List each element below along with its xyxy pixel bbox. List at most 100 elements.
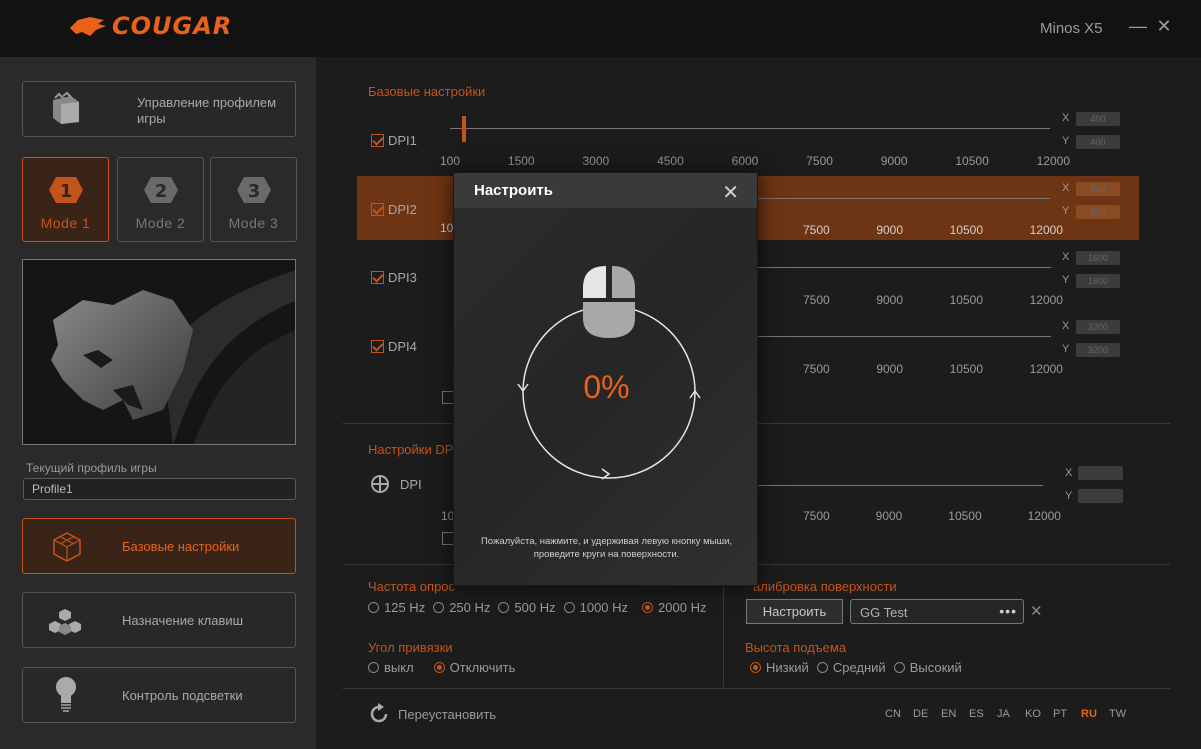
dpi1-slider-track[interactable]	[450, 128, 1050, 129]
dialog-close-button[interactable]: ✕	[722, 180, 739, 205]
calibration-progress: 0%	[583, 369, 630, 405]
dpi-ticks: 7500 9000 10500 12000	[803, 509, 1061, 523]
hexagon-cluster-icon	[49, 609, 81, 635]
lift-high-radio[interactable]: Высокий	[893, 660, 962, 675]
dpi-slider-track[interactable]	[758, 485, 1043, 486]
reset-button[interactable]: Переустановить	[368, 703, 496, 725]
dpi4-y-value[interactable]: 3200	[1076, 343, 1120, 357]
dpi1-slider-handle[interactable]	[462, 116, 466, 142]
lang-de[interactable]: DE	[913, 708, 928, 720]
mode-2-button[interactable]: 2 Mode 2	[117, 157, 204, 242]
snap-off-radio[interactable]: выкл	[368, 660, 414, 675]
mode-2-label: Mode 2	[135, 215, 186, 231]
dpi1-checkbox[interactable]	[371, 134, 384, 147]
polling-125-radio[interactable]: 125 Hz	[368, 600, 425, 615]
radio-label: Средний	[832, 660, 886, 675]
tick: 10500	[949, 362, 983, 376]
nav-key-assignment[interactable]: Назначение клавиш	[22, 592, 296, 648]
dpi3-y-value[interactable]: 1600	[1076, 274, 1120, 288]
clear-surface-button[interactable]: ✕	[1030, 602, 1043, 620]
dpi3-slider-track[interactable]	[758, 267, 1051, 268]
current-profile-caption: Текущий профиль игры	[26, 461, 157, 475]
calibrate-button[interactable]: Настроить	[746, 599, 843, 624]
reset-label: Переустановить	[398, 706, 497, 722]
dpi1-y-value[interactable]: 400	[1076, 135, 1120, 149]
dpi2-ticks: 7500 9000 10500 12000	[803, 223, 1063, 237]
radio-label: 250 Hz	[449, 600, 491, 615]
profile-stack-icon	[53, 92, 79, 124]
profile-manager-label: Управление профилем игры	[137, 95, 277, 126]
dpi1-ticks: 100 1500 3000 4500 6000 7500 9000 10500 …	[440, 154, 1070, 168]
dpi3-checkbox[interactable]	[371, 271, 384, 284]
dpi4-x-value[interactable]: 3200	[1076, 320, 1120, 334]
dpi2-checkbox[interactable]	[371, 203, 384, 216]
radio-dot	[750, 662, 761, 673]
dpi4-ticks: 7500 9000 10500 12000	[803, 362, 1063, 376]
dpi1-x-label: X	[1062, 112, 1070, 124]
radio-dot	[433, 602, 445, 613]
radio-dot	[563, 602, 575, 613]
dpi-y-value[interactable]	[1078, 489, 1123, 503]
polling-title: Частота опрос	[368, 579, 456, 594]
mode-1-button[interactable]: 1 Mode 1	[22, 157, 109, 242]
dpi4-label: DPI4	[388, 339, 417, 354]
lang-ru[interactable]: RU	[1081, 708, 1097, 720]
dpi-row-1: DPI1 100 1500 3000 4500 6000 7500 9000 1…	[368, 106, 1148, 170]
svg-text:1: 1	[59, 181, 72, 202]
lift-medium-radio[interactable]: Средний	[816, 660, 886, 675]
radio-dot	[893, 662, 905, 673]
dpi4-slider-track[interactable]	[758, 336, 1051, 337]
dpi-settings-title: Настройки DP	[368, 442, 454, 457]
mode-3-label: Mode 3	[228, 215, 279, 231]
crosshair-icon	[371, 475, 389, 493]
light-bulb-icon	[56, 677, 76, 712]
dpi4-checkbox[interactable]	[371, 340, 384, 353]
radio-label: 1000 Hz	[579, 600, 629, 615]
dpi1-x-value[interactable]: 400	[1076, 112, 1120, 126]
cougar-logo: COUGAR	[68, 12, 232, 40]
dpi3-x-value[interactable]: 1600	[1076, 251, 1120, 265]
dpi-y-label: Y	[1065, 490, 1073, 502]
lang-es[interactable]: ES	[969, 708, 984, 720]
mode-3-button[interactable]: 3 Mode 3	[210, 157, 297, 242]
dpi2-slider-track[interactable]	[757, 198, 1050, 199]
surface-profile-field[interactable]: GG Test •••	[850, 599, 1024, 624]
close-window-button[interactable]: ✕	[1154, 16, 1174, 36]
lang-ko[interactable]: KO	[1025, 708, 1041, 720]
nav-lighting-control-label: Контроль подсветки	[122, 688, 243, 703]
polling-500-radio[interactable]: 500 Hz	[498, 600, 556, 615]
radio-dot	[816, 662, 828, 673]
polling-1000-radio[interactable]: 1000 Hz	[563, 600, 629, 615]
svg-text:3: 3	[247, 181, 260, 202]
polling-2000-radio[interactable]: 2000 Hz	[642, 600, 706, 615]
nav-basic-settings[interactable]: Базовые настройки	[22, 518, 296, 574]
title-bar: COUGAR Minos X5 — ✕	[0, 0, 1201, 57]
lang-pt[interactable]: PT	[1053, 708, 1067, 720]
lift-low-radio[interactable]: Низкий	[750, 660, 809, 675]
minimize-button[interactable]: —	[1128, 16, 1148, 36]
lang-ja[interactable]: JA	[997, 708, 1010, 720]
lang-cn[interactable]: CN	[885, 708, 901, 720]
radio-label: выкл	[384, 660, 414, 675]
tick: 6000	[731, 154, 759, 168]
dpi3-label: DPI3	[388, 270, 417, 285]
snap-disable-radio[interactable]: Отключить	[433, 660, 515, 675]
cube-icon	[53, 532, 81, 562]
radio-label: 500 Hz	[514, 600, 556, 615]
nav-lighting-control[interactable]: Контроль подсветки	[22, 667, 296, 723]
more-options-icon[interactable]: •••	[999, 603, 1017, 619]
dpi-x-value[interactable]	[1078, 466, 1123, 480]
dpi2-label: DPI2	[388, 202, 417, 217]
polling-250-radio[interactable]: 250 Hz	[433, 600, 490, 615]
lang-en[interactable]: EN	[941, 708, 956, 720]
dpi2-y-value[interactable]: 800	[1076, 205, 1120, 219]
dpi2-x-value[interactable]: 800	[1076, 182, 1120, 196]
current-profile-field[interactable]: Profile1	[23, 478, 296, 500]
cougar-silhouette-icon	[51, 270, 295, 444]
brand-name: COUGAR	[112, 12, 233, 40]
profile-manager-button[interactable]: Управление профилем игры	[22, 81, 296, 137]
lang-tw[interactable]: TW	[1109, 708, 1126, 720]
hexagon-3-icon: 3	[236, 177, 271, 203]
svg-text:2: 2	[154, 181, 167, 202]
surface-calibration-title: алибровка поверхности	[753, 579, 897, 594]
